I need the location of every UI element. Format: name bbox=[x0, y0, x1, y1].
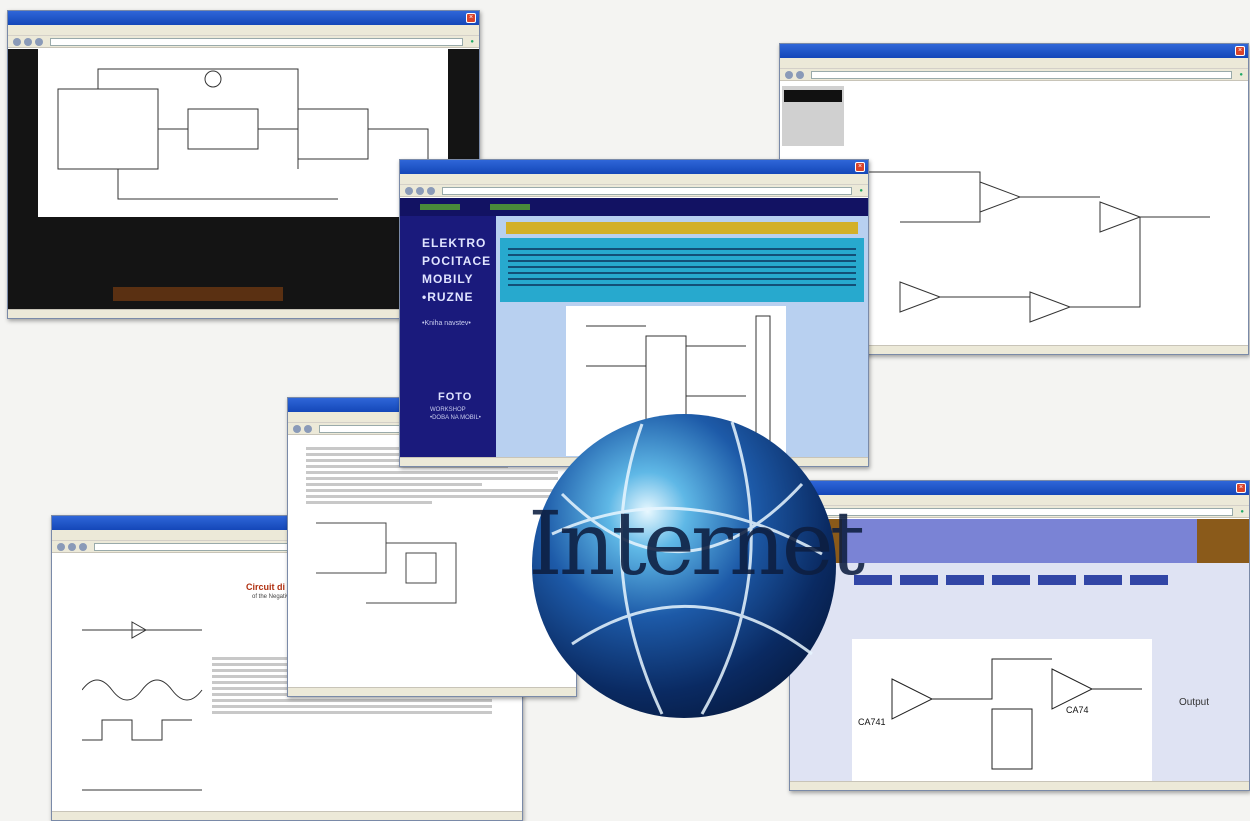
internet-banner-text: Internet bbox=[528, 492, 865, 595]
page-heading: Circuit di bbox=[246, 582, 286, 592]
schematic-diagram bbox=[38, 49, 448, 217]
window-titlebar: × bbox=[8, 11, 479, 25]
output-label: Output bbox=[1178, 697, 1209, 708]
top-nav-link[interactable] bbox=[490, 204, 530, 210]
foto-sub-workshop[interactable]: WORKSHOP bbox=[430, 407, 496, 413]
top-nav bbox=[400, 198, 868, 216]
menu-bar bbox=[8, 25, 479, 36]
sidebar-item-foto[interactable]: FOTO bbox=[438, 391, 496, 403]
go-icon[interactable]: ● bbox=[1239, 72, 1243, 78]
guestbook-link[interactable]: •Kniha navstev• bbox=[422, 320, 496, 327]
toolbar: ● bbox=[780, 69, 1248, 81]
nav-link[interactable] bbox=[1130, 575, 1168, 585]
toolbar: ● bbox=[400, 185, 868, 197]
nav-link[interactable] bbox=[946, 575, 984, 585]
nav-link[interactable] bbox=[1038, 575, 1076, 585]
address-bar[interactable] bbox=[50, 37, 464, 46]
top-nav-link[interactable] bbox=[420, 204, 460, 210]
close-icon[interactable]: × bbox=[466, 13, 476, 23]
go-icon[interactable]: ● bbox=[1240, 509, 1244, 515]
sidebar-item-ruzne[interactable]: •RUZNE bbox=[422, 290, 496, 304]
address-bar[interactable] bbox=[811, 70, 1233, 79]
window-titlebar: × bbox=[780, 44, 1248, 58]
sidebar: ELEKTRO POCITACE MOBILY •RUZNE •Kniha na… bbox=[400, 216, 496, 457]
menu-bar bbox=[400, 174, 868, 185]
menu-bar bbox=[780, 58, 1248, 69]
go-icon[interactable]: ● bbox=[859, 188, 863, 194]
address-bar[interactable] bbox=[821, 507, 1234, 516]
window-titlebar: × bbox=[400, 160, 868, 174]
nav-link[interactable] bbox=[992, 575, 1030, 585]
close-icon[interactable]: × bbox=[1236, 483, 1246, 493]
nav-link[interactable] bbox=[1084, 575, 1122, 585]
sidebar-item-elektro[interactable]: ELEKTRO bbox=[422, 236, 496, 250]
opamp-label-left: CA741 bbox=[858, 717, 886, 727]
status-bar bbox=[790, 781, 1249, 790]
close-icon[interactable]: × bbox=[855, 162, 865, 172]
sidebar-item-label: RUZNE bbox=[427, 290, 474, 304]
footer-bar bbox=[113, 287, 283, 301]
sidebar-item-pocitace[interactable]: POCITACE bbox=[422, 254, 496, 268]
foto-sub-mobil[interactable]: •DOBA NA MOBIL• bbox=[430, 415, 496, 421]
close-icon[interactable]: × bbox=[1235, 46, 1245, 56]
nav-row bbox=[854, 575, 1168, 585]
status-bar bbox=[52, 811, 522, 820]
toolbar: ● bbox=[8, 36, 479, 48]
nav-link[interactable] bbox=[900, 575, 938, 585]
schematic-diagram: CA741 CA74 bbox=[852, 639, 1152, 781]
sidebar-item-mobily[interactable]: MOBILY bbox=[422, 272, 496, 286]
header-strip bbox=[506, 222, 858, 234]
address-bar[interactable] bbox=[442, 186, 853, 195]
intro-box bbox=[500, 238, 864, 302]
banner-photo bbox=[1197, 519, 1249, 563]
opamp-label-right: CA74 bbox=[1066, 705, 1089, 715]
go-icon[interactable]: ● bbox=[470, 39, 474, 45]
